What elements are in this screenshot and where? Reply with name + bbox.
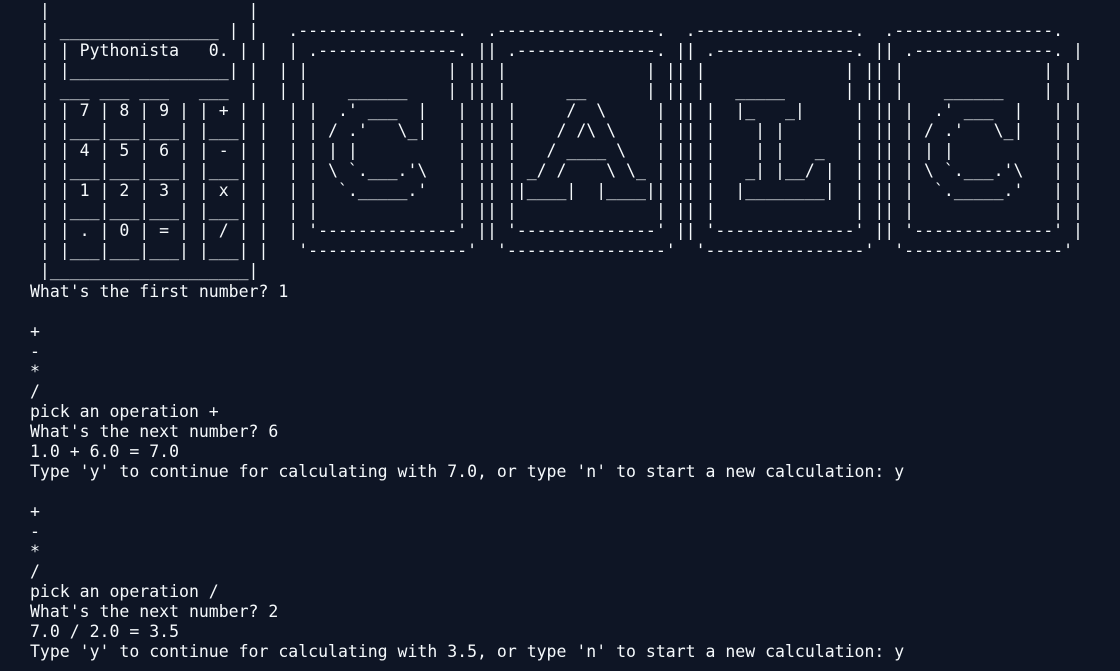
operation-option: / <box>30 382 40 401</box>
banner-line: | | Pythonista 0. | | | .--------------.… <box>30 41 1083 60</box>
calculation-result: 7.0 / 2.0 = 3.5 <box>30 622 180 641</box>
prompt-first-number: What's the first number? 1 <box>30 282 289 301</box>
banner-line: | | . | 0 | = | | / | | | '-------------… <box>30 221 1083 240</box>
banner-line: | | 4 | 5 | 6 | | - | | | | | | | || | /… <box>30 141 1083 160</box>
prompt-operation: pick an operation + <box>30 402 219 421</box>
banner-line: | | 1 | 2 | 3 | | x | | | | `._____.' | … <box>30 181 1083 200</box>
prompt-operation: pick an operation / <box>30 582 219 601</box>
banner-line: |____________________| <box>30 261 259 280</box>
banner-line: | |___|___|___| |___| | | | \ `.___.'\ |… <box>30 161 1083 180</box>
operation-option: * <box>30 542 40 561</box>
banner-line: | |___|___|___| |___| | | | / .' \_| | |… <box>30 121 1083 140</box>
banner-line: | ________________ | | .----------------… <box>30 21 1064 40</box>
banner-line: | |___|___|___| |___| | | | | || | | || … <box>30 201 1083 220</box>
prompt-next-number: What's the next number? 2 <box>30 602 279 621</box>
banner-line: | |________________| | | | | || | | || |… <box>30 61 1074 80</box>
operation-option: * <box>30 362 40 381</box>
prompt-continue: Type 'y' to continue for calculating wit… <box>30 462 905 481</box>
operation-option: - <box>30 342 40 361</box>
banner-line: | |___|___|___| |___| | '---------------… <box>30 241 1074 260</box>
operation-option: + <box>30 502 40 521</box>
operation-option: / <box>30 562 40 581</box>
prompt-next-number: What's the next number? 6 <box>30 422 279 441</box>
banner-line: | ___ ___ ___ ___ | | | ______ | || | __… <box>30 81 1074 100</box>
calculation-result: 1.0 + 6.0 = 7.0 <box>30 442 180 461</box>
banner-line: | | <box>30 1 259 20</box>
prompt-continue: Type 'y' to continue for calculating wit… <box>30 642 905 661</box>
banner-line: | | 7 | 8 | 9 | | + | | | | .' ___ | | |… <box>30 101 1083 120</box>
operation-option: + <box>30 322 40 341</box>
terminal-output[interactable]: | | | ________________ | | .------------… <box>0 0 1120 671</box>
operation-option: - <box>30 522 40 541</box>
